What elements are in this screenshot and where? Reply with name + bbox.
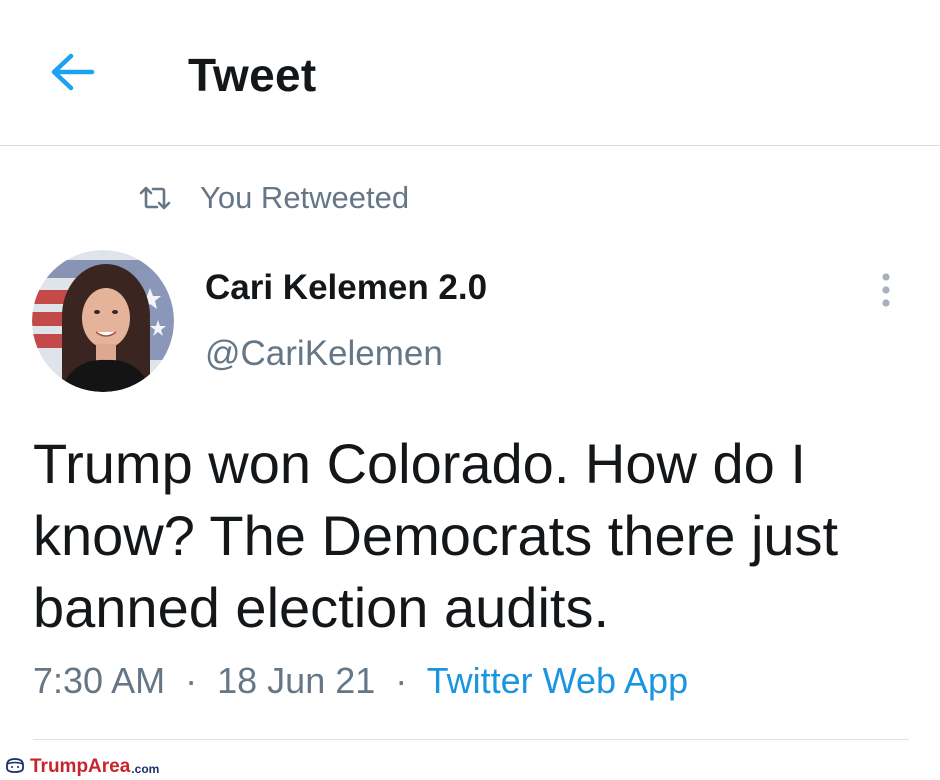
watermark-brand: TrumpArea — [30, 756, 131, 777]
profile-photo — [32, 250, 174, 392]
tweet-meta: 7:30 AM · 18 Jun 21 · Twitter Web App — [33, 660, 688, 702]
watermark-suffix: .com — [131, 762, 160, 776]
tweet-text: Trump won Colorado. How do I know? The D… — [33, 432, 839, 639]
tweet-source-link[interactable]: Twitter Web App — [427, 660, 688, 701]
author-display-name[interactable]: Cari Kelemen 2.0 — [205, 268, 487, 308]
meta-separator: · — [385, 660, 418, 701]
back-button[interactable] — [42, 50, 102, 98]
watermark-logo-icon — [4, 756, 26, 779]
retweet-label: You Retweeted — [200, 180, 410, 215]
tweet-detail-page: Tweet You Retweeted Cari Kelemen 2.0 @Ca… — [0, 0, 940, 780]
meta-separator: · — [175, 660, 208, 701]
retweet-icon — [138, 184, 174, 212]
tweet-time[interactable]: 7:30 AM — [33, 660, 165, 701]
arrow-left-icon — [49, 52, 95, 97]
retweet-context[interactable]: You Retweeted — [138, 178, 409, 218]
divider — [33, 739, 909, 740]
avatar[interactable] — [32, 250, 174, 392]
watermark: TrumpArea .com — [4, 756, 159, 778]
top-bar: Tweet — [0, 0, 940, 146]
author-handle[interactable]: @CariKelemen — [205, 334, 443, 374]
tweet-date[interactable]: 18 Jun 21 — [217, 660, 375, 701]
page-title: Tweet — [188, 49, 317, 101]
more-options-button[interactable] — [868, 268, 904, 316]
more-vertical-icon — [879, 270, 893, 315]
